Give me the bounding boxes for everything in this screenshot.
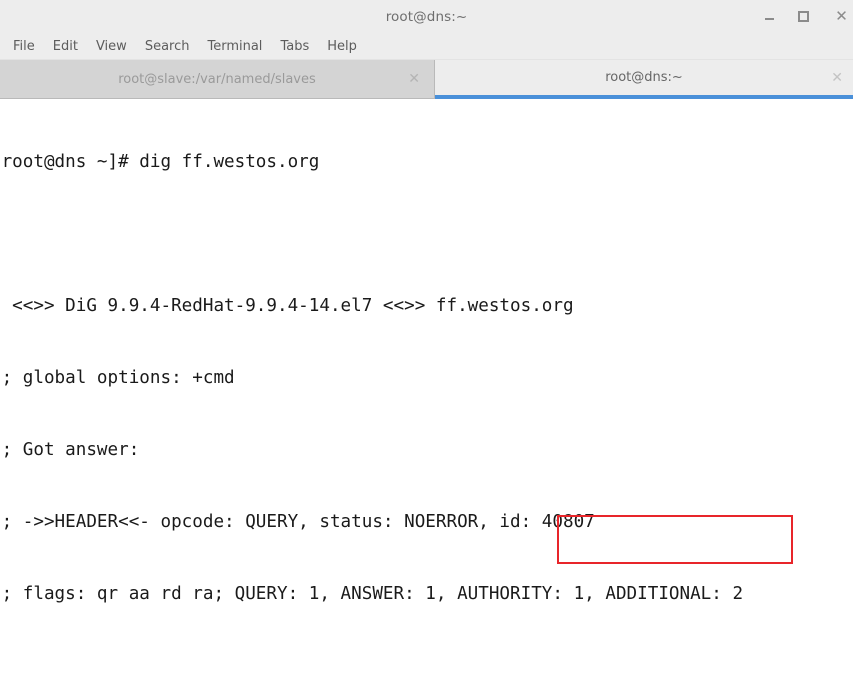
terminal-line: ;; global options: +cmd [0, 368, 235, 388]
tab-bar: root@slave:/var/named/slaves ✕ root@dns:… [0, 60, 853, 99]
menu-bar: File Edit View Search Terminal Tabs Help [0, 33, 853, 60]
title-bar: root@dns:~ ✕ [0, 0, 853, 33]
minimize-icon [764, 18, 774, 20]
menu-item-file[interactable]: File [4, 37, 44, 56]
maximize-button[interactable] [795, 9, 811, 25]
menu-item-view[interactable]: View [87, 37, 136, 56]
tab-dns-label: root@dns:~ [605, 70, 683, 85]
terminal-line: ;; Got answer: [0, 440, 140, 460]
terminal-window: root@dns:~ ✕ File Edit View Search Termi… [0, 0, 853, 698]
window-controls: ✕ [761, 0, 849, 33]
menu-item-tabs[interactable]: Tabs [271, 37, 318, 56]
close-button[interactable]: ✕ [829, 7, 848, 25]
tab-slave-label: root@slave:/var/named/slaves [118, 71, 316, 87]
tab-dns-close-icon[interactable]: ✕ [831, 71, 843, 85]
maximize-icon [797, 11, 809, 22]
minimize-button[interactable] [761, 9, 777, 25]
menu-item-help[interactable]: Help [318, 37, 366, 56]
terminal-line: ;; flags: qr aa rd ra; QUERY: 1, ANSWER:… [0, 584, 744, 604]
terminal-line: ;; ->>HEADER<<- opcode: QUERY, status: N… [0, 512, 595, 532]
window-title: root@dns:~ [385, 8, 468, 25]
terminal-text: [root@dns ~]# dig ff.westos.org ; <<>> D… [0, 102, 853, 698]
terminal-line: ; <<>> DiG 9.9.4-RedHat-9.9.4-14.el7 <<>… [0, 296, 574, 316]
tab-dns[interactable]: root@dns:~ ✕ [435, 60, 853, 99]
tab-slave-close-icon[interactable]: ✕ [408, 72, 420, 86]
menu-item-search[interactable]: Search [136, 37, 199, 56]
close-icon: ✕ [835, 7, 848, 25]
menu-item-edit[interactable]: Edit [44, 37, 87, 56]
terminal-output-area[interactable]: [root@dns ~]# dig ff.westos.org ; <<>> D… [0, 99, 853, 698]
tab-slave[interactable]: root@slave:/var/named/slaves ✕ [0, 60, 435, 99]
terminal-line: [root@dns ~]# dig ff.westos.org [0, 152, 320, 172]
menu-item-terminal[interactable]: Terminal [198, 37, 271, 56]
